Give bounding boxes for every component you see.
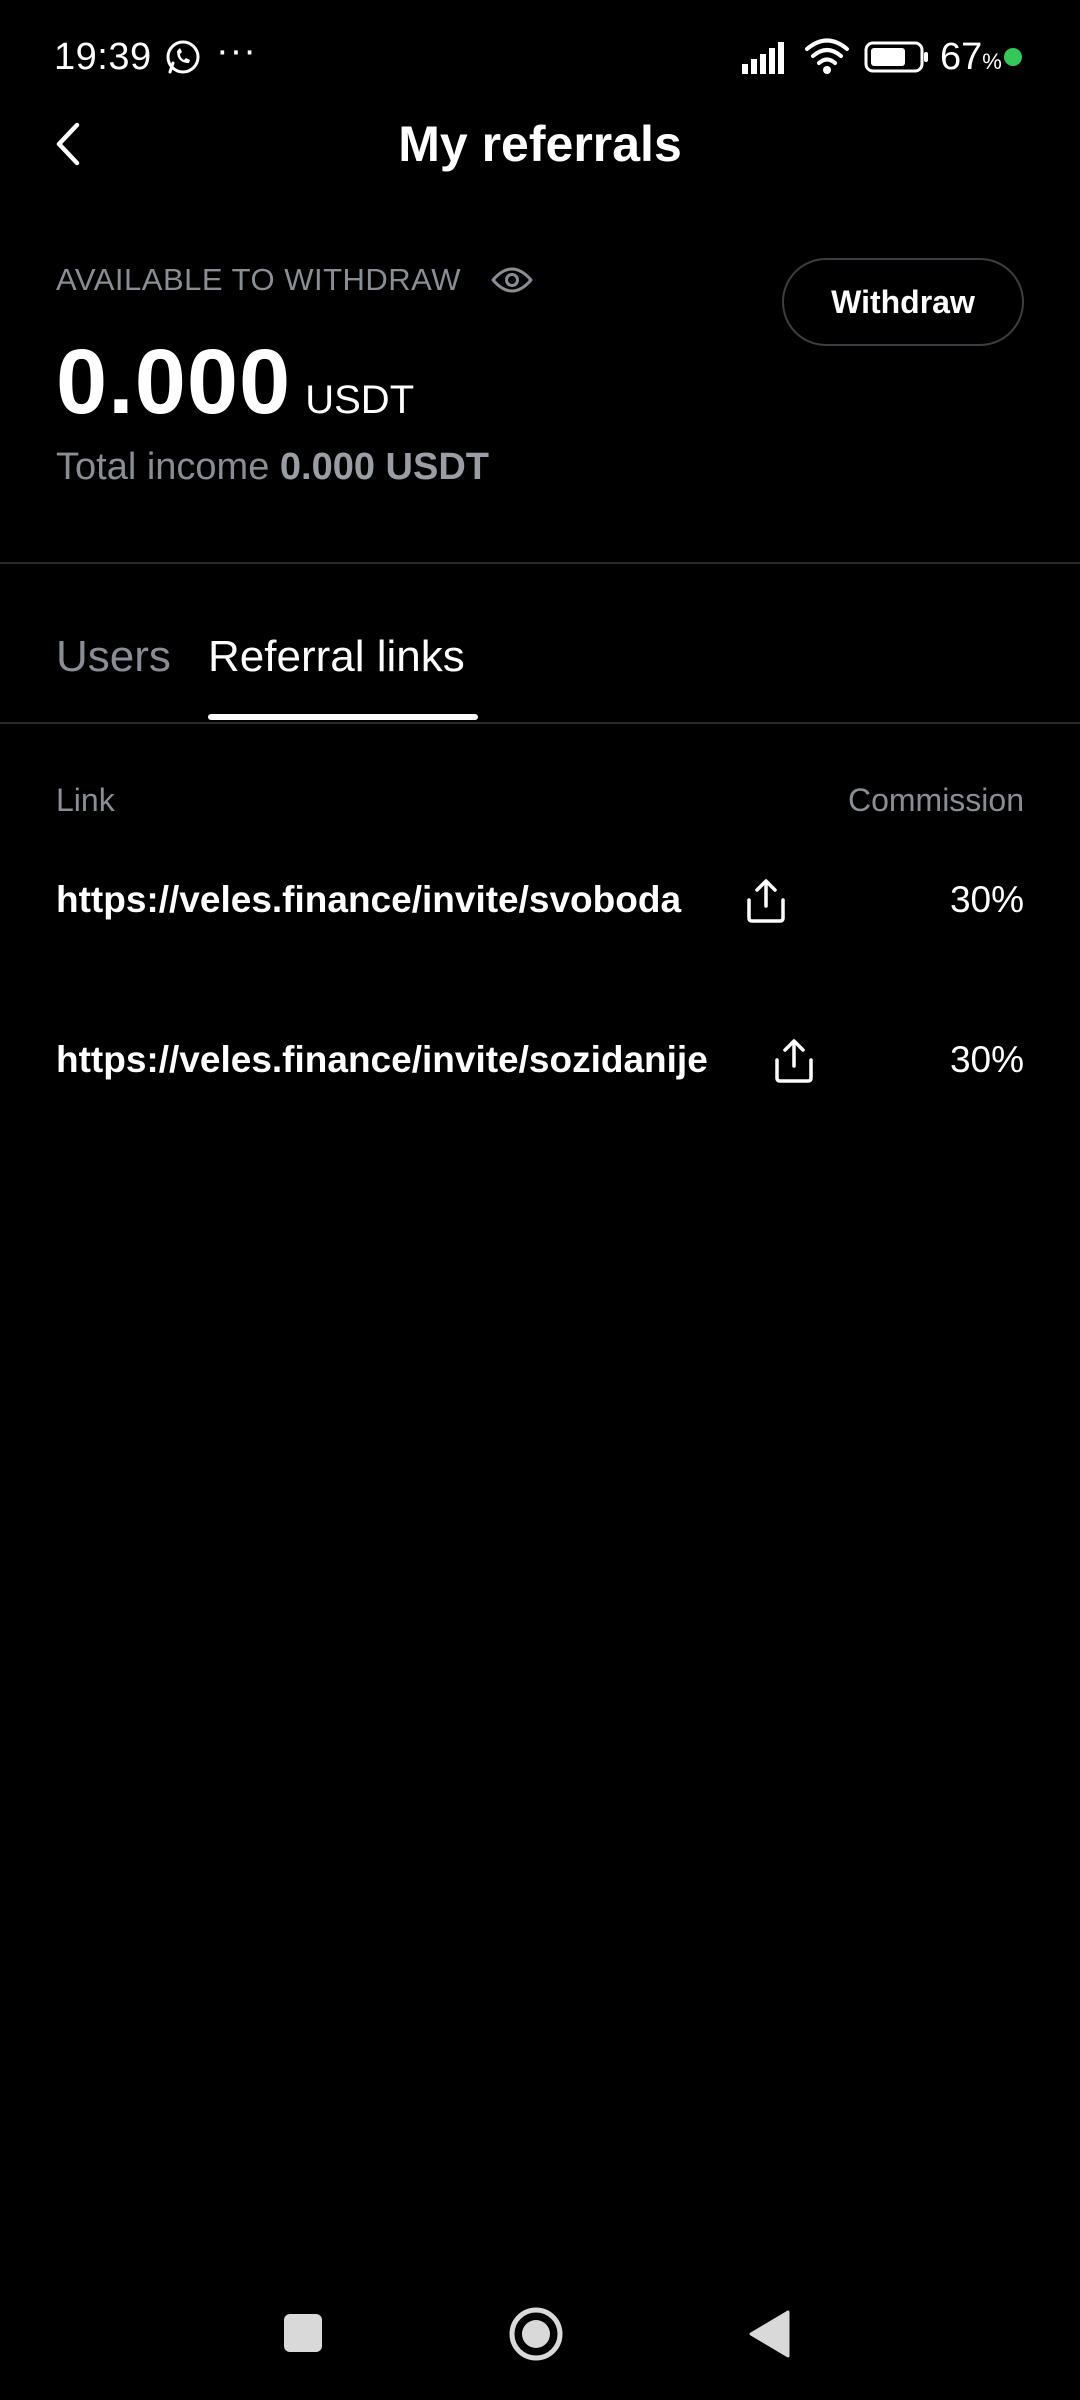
table-row: https://veles.finance/invite/svoboda 30%	[0, 860, 1080, 940]
active-tab-indicator	[208, 714, 478, 720]
eye-icon[interactable]	[490, 264, 534, 296]
total-income-value: 0.000 USDT	[279, 446, 489, 488]
total-income-label: Total income	[56, 446, 270, 488]
column-header-link: Link	[56, 782, 115, 818]
balance-value: 0.000	[56, 331, 292, 433]
tab-referral-links[interactable]: Referral links	[208, 632, 465, 682]
page-title: My referrals	[398, 116, 682, 172]
whatsapp-icon	[166, 40, 200, 74]
balance-unit: USDT	[305, 378, 415, 422]
available-to-withdraw-label: AVAILABLE TO WITHDRAW	[56, 262, 461, 297]
recents-square-icon[interactable]	[284, 2314, 322, 2352]
screen: 19:39 ··· 67% My referrals AVAILABLE TO …	[0, 0, 1080, 2400]
column-header-commission: Commission	[847, 782, 1024, 818]
home-circle-icon[interactable]	[508, 2306, 564, 2362]
share-icon[interactable]	[772, 1038, 816, 1084]
commission-value: 30%	[949, 1039, 1024, 1080]
tab-users[interactable]: Users	[56, 632, 171, 682]
back-button[interactable]	[44, 112, 92, 176]
referral-link-url[interactable]: https://veles.finance/invite/sozidanije	[56, 1020, 708, 1100]
battery-icon	[864, 41, 928, 73]
status-bar: 19:39 ··· 67%	[0, 0, 1080, 116]
back-triangle-icon[interactable]	[748, 2310, 790, 2358]
chevron-left-icon	[56, 122, 80, 166]
total-income: Total income 0.000 USDT	[56, 446, 489, 489]
divider	[0, 722, 1080, 724]
commission-value: 30%	[949, 879, 1024, 920]
share-icon[interactable]	[744, 878, 788, 924]
charging-dot	[1004, 48, 1022, 66]
status-more-dots: ···	[216, 30, 257, 72]
referral-link-url[interactable]: https://veles.finance/invite/svoboda	[56, 860, 681, 940]
withdraw-button[interactable]: Withdraw	[782, 258, 1024, 346]
signal-icon	[742, 42, 784, 74]
status-time: 19:39	[54, 36, 152, 78]
battery-percent: 67%	[940, 36, 1002, 78]
table-row: https://veles.finance/invite/sozidanije …	[0, 1020, 1080, 1100]
wifi-icon	[805, 38, 849, 74]
balance-amount: 0.000 USDT	[56, 330, 414, 435]
divider	[0, 562, 1080, 564]
